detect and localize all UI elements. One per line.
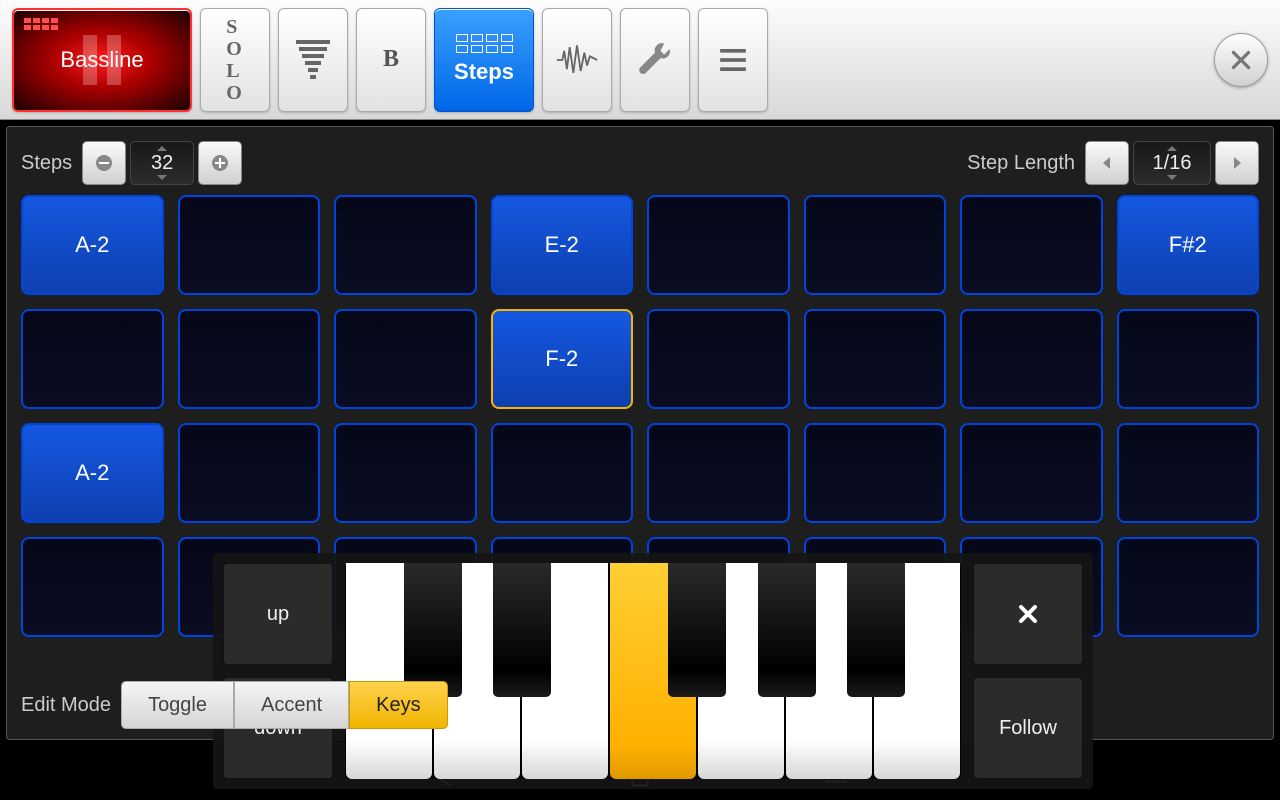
steps-minus-button[interactable] — [82, 141, 126, 185]
step-cell[interactable] — [178, 309, 321, 409]
steps-tab-button[interactable]: Steps — [434, 8, 534, 112]
black-key[interactable] — [493, 563, 551, 697]
step-cell[interactable]: E-2 — [491, 195, 634, 295]
step-cell[interactable] — [491, 423, 634, 523]
edit-mode-label: Edit Mode — [21, 694, 111, 717]
keyboard-left-controls: up down — [223, 563, 333, 779]
step-cell[interactable] — [647, 195, 790, 295]
step-cell[interactable] — [178, 423, 321, 523]
step-length-value[interactable]: 1/16 — [1133, 141, 1211, 185]
step-cell[interactable] — [21, 309, 164, 409]
black-key[interactable] — [758, 563, 816, 697]
step-cell[interactable] — [647, 309, 790, 409]
mode-keys-button[interactable]: Keys — [349, 681, 447, 729]
step-cell[interactable] — [178, 195, 321, 295]
step-cell[interactable]: F#2 — [1117, 195, 1260, 295]
close-icon — [1016, 602, 1040, 626]
mode-accent-button[interactable]: Accent — [234, 681, 349, 729]
step-cell[interactable] — [1117, 423, 1260, 523]
step-cell[interactable] — [804, 195, 947, 295]
step-cell[interactable] — [334, 423, 477, 523]
top-toolbar: Bassline SOLO B Steps — [0, 0, 1280, 120]
steps-label: Steps — [21, 152, 72, 175]
octave-up-button[interactable]: up — [223, 563, 333, 665]
steps-grid-icon — [456, 34, 513, 53]
bank-b-button[interactable]: B — [356, 8, 426, 112]
menu-button[interactable] — [698, 8, 768, 112]
step-cell[interactable]: A-2 — [21, 195, 164, 295]
step-cell[interactable] — [804, 309, 947, 409]
mode-toggle-button[interactable]: Toggle — [121, 681, 234, 729]
keyboard-close-button[interactable] — [973, 563, 1083, 665]
bank-b-label: B — [383, 46, 399, 73]
step-cell[interactable]: A-2 — [21, 423, 164, 523]
close-button[interactable] — [1214, 33, 1268, 87]
step-cell[interactable] — [1117, 309, 1260, 409]
settings-button[interactable] — [620, 8, 690, 112]
solo-label: SOLO — [226, 16, 244, 104]
steps-value[interactable]: 32 — [130, 141, 194, 185]
piano-keyboard — [345, 563, 961, 779]
close-icon — [1228, 47, 1254, 73]
bassline-button[interactable]: Bassline — [12, 8, 192, 112]
keyboard-overlay: up down Follow — [213, 553, 1093, 789]
waveform-button[interactable] — [542, 8, 612, 112]
step-cell[interactable] — [960, 195, 1103, 295]
step-cell[interactable] — [804, 423, 947, 523]
wrench-icon — [633, 38, 677, 82]
black-key[interactable] — [847, 563, 905, 697]
volume-icon — [296, 40, 330, 79]
follow-button[interactable]: Follow — [973, 677, 1083, 779]
step-cell[interactable]: F-2 — [491, 309, 634, 409]
step-cell[interactable] — [21, 537, 164, 637]
step-cell[interactable] — [960, 309, 1103, 409]
menu-lines-icon — [711, 38, 755, 82]
black-key[interactable] — [668, 563, 726, 697]
solo-button[interactable]: SOLO — [200, 8, 270, 112]
volume-button[interactable] — [278, 8, 348, 112]
main-panel: Steps 32 Step Length 1/16 A-2 E-2 F#2 F-2 A-… — [6, 126, 1274, 740]
step-cell[interactable] — [334, 195, 477, 295]
step-length-prev-button[interactable] — [1085, 141, 1129, 185]
mini-grid-icon — [24, 18, 58, 30]
step-length-label: Step Length — [967, 152, 1075, 175]
steps-plus-button[interactable] — [198, 141, 242, 185]
bassline-label: Bassline — [60, 47, 143, 73]
waveform-icon — [555, 38, 599, 82]
steps-tab-label: Steps — [454, 59, 514, 85]
control-row: Steps 32 Step Length 1/16 — [21, 135, 1259, 191]
step-cell[interactable] — [1117, 537, 1260, 637]
keyboard-right-controls: Follow — [973, 563, 1083, 779]
step-cell[interactable] — [647, 423, 790, 523]
step-cell[interactable] — [960, 423, 1103, 523]
edit-mode-bar: Edit Mode Toggle Accent Keys — [21, 681, 448, 729]
black-key[interactable] — [404, 563, 462, 697]
step-length-next-button[interactable] — [1215, 141, 1259, 185]
step-cell[interactable] — [334, 309, 477, 409]
